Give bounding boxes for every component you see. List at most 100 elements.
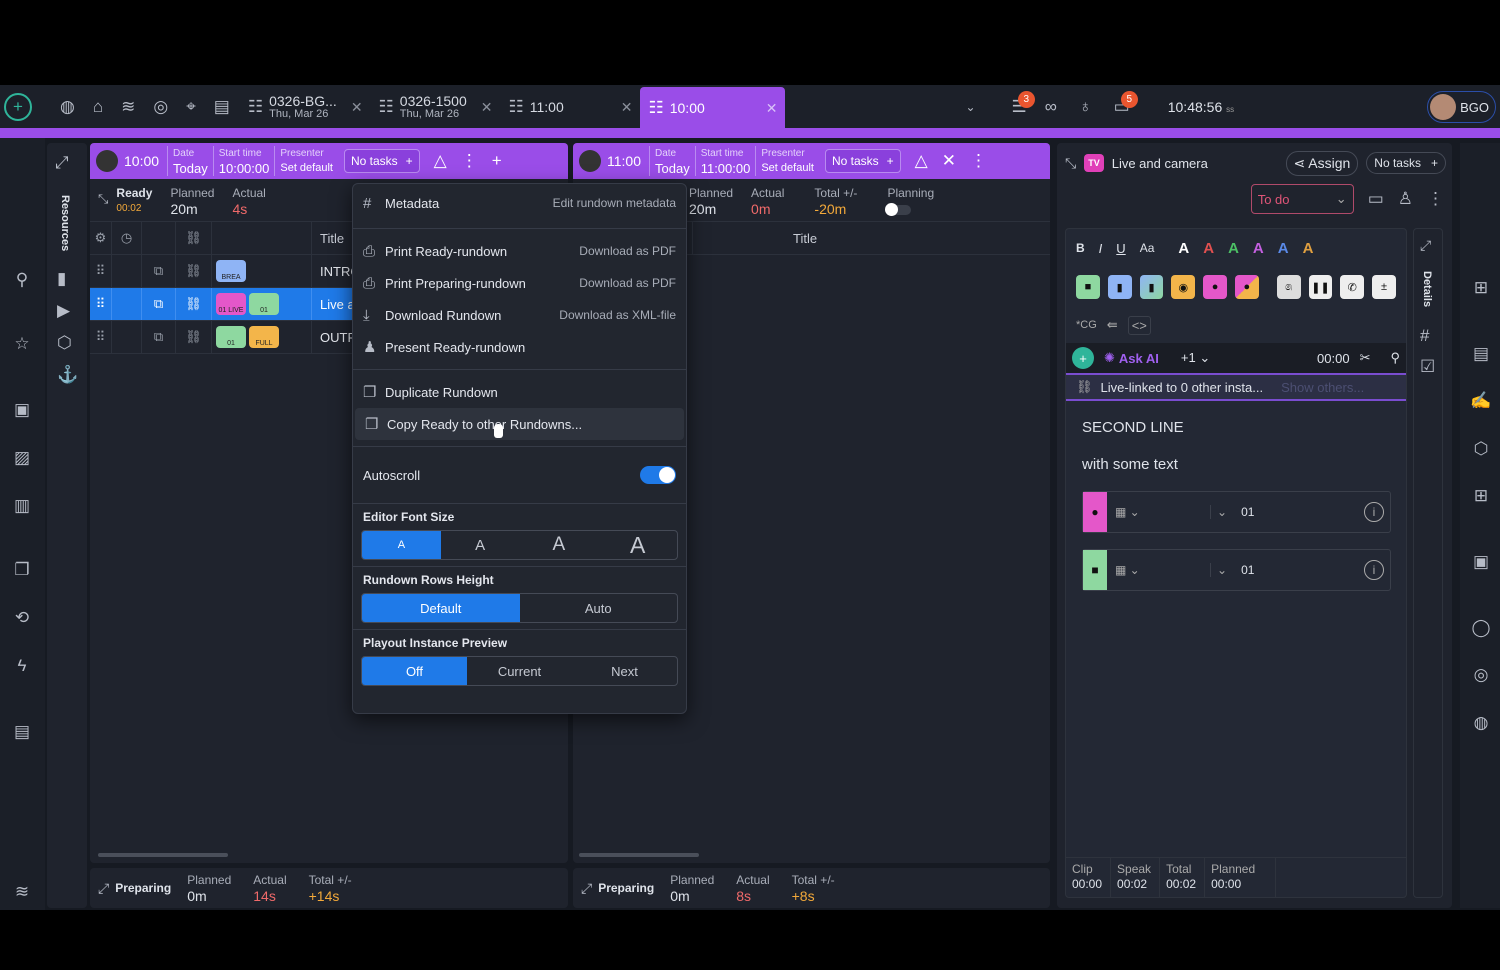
presenter-value[interactable]: Set default	[761, 161, 814, 176]
star-icon[interactable]: ☆	[8, 330, 36, 358]
checklist-icon[interactable]: ☑	[1420, 357, 1435, 377]
script-line[interactable]: SECOND LINE	[1066, 401, 1406, 436]
globe-user-icon[interactable]: ◎	[1468, 662, 1494, 688]
info-icon[interactable]: i	[1364, 502, 1384, 522]
case-button[interactable]: Aa	[1140, 241, 1155, 255]
file-icon[interactable]: ▮	[57, 269, 66, 289]
link-icon[interactable]: ⛓	[176, 321, 212, 353]
timer-icon[interactable]: ◷	[112, 222, 142, 254]
menu-item-metadata[interactable]: #MetadataEdit rundown metadata	[353, 184, 686, 222]
cg-button[interactable]: *CG	[1076, 319, 1097, 331]
split-item-button[interactable]: ▮	[1140, 275, 1164, 299]
font-size-medium[interactable]: A	[441, 531, 520, 559]
ask-ai-button[interactable]: Ask AI	[1119, 351, 1159, 366]
warning-icon[interactable]: △	[434, 151, 447, 171]
user-menu[interactable]: BGO	[1427, 91, 1496, 123]
sync-icon[interactable]: ⟲	[8, 604, 36, 632]
horizontal-scrollbar[interactable]	[579, 853, 699, 857]
unpin-icon[interactable]: ⚲	[1390, 350, 1400, 366]
item-chip[interactable]: FULL	[249, 326, 279, 348]
tasks-button[interactable]: No tasks+	[344, 149, 420, 173]
location-icon[interactable]: ⌖	[186, 97, 196, 117]
tab-rundown-3[interactable]: ☷11:00✕	[500, 85, 640, 129]
underline-button[interactable]: U	[1116, 241, 1125, 256]
font-size-xlarge[interactable]: A	[598, 531, 677, 559]
show-others-link[interactable]: Show others...	[1281, 380, 1364, 395]
color-purple-button[interactable]: A	[1253, 240, 1264, 257]
autoscroll-toggle[interactable]	[640, 466, 676, 484]
item-row[interactable]: ■ ▦ ⌄ ⌄ 01 i	[1082, 549, 1391, 591]
more-icon[interactable]: ⋮	[461, 151, 478, 171]
font-size-small[interactable]: A	[362, 531, 441, 559]
more-icon[interactable]: ⋮	[1427, 189, 1444, 209]
menu-item-present[interactable]: ♟Present Ready-rundown	[353, 331, 686, 363]
compass-icon[interactable]: ◎	[153, 97, 168, 117]
plus-icon[interactable]: +	[887, 154, 894, 168]
contact-icon[interactable]: ▣	[8, 396, 36, 424]
fullscreen-item-button[interactable]: ◉	[1171, 275, 1195, 299]
plus-icon[interactable]: +	[1431, 156, 1438, 170]
resources-tab[interactable]: Resources	[59, 195, 71, 251]
contacts-edit-icon[interactable]: ▨	[8, 444, 36, 472]
link-icon[interactable]: ⛓	[176, 288, 212, 320]
item-chip[interactable]: 01	[249, 293, 279, 315]
item-chip[interactable]: 01 LIVE	[216, 293, 246, 315]
code-icon[interactable]: <>	[1128, 316, 1151, 335]
color-green-button[interactable]: A	[1228, 240, 1239, 257]
link-icon[interactable]: ⛓	[176, 222, 212, 254]
tab-rundown-4[interactable]: ☷10:00✕	[640, 87, 785, 129]
pause-item-button[interactable]: ❚❚	[1309, 275, 1333, 299]
menu-item-print-preparing[interactable]: ⎙Print Preparing-rundownDownload as PDF	[353, 267, 686, 299]
user-icon[interactable]: ◯	[1468, 615, 1494, 641]
expand-icon[interactable]: ⤢	[55, 153, 69, 173]
globe-icon[interactable]: ◍	[60, 97, 75, 117]
link-rings-icon[interactable]: ∞	[1045, 97, 1057, 117]
color-white-button[interactable]: A	[1178, 240, 1189, 257]
live-mix-item-button[interactable]: ●	[1235, 275, 1259, 299]
settings-icon[interactable]: ⚙	[90, 222, 112, 254]
add-item-button[interactable]: ±	[1372, 275, 1396, 299]
italic-button[interactable]: I	[1099, 241, 1103, 256]
details-tab[interactable]: Details	[1421, 271, 1433, 307]
phone-item-button[interactable]: ✆	[1340, 275, 1364, 299]
tab-rundown-2[interactable]: ☷0326-1500Thu, Mar 26✕	[371, 85, 501, 129]
hash-icon[interactable]: #	[1420, 326, 1429, 346]
bold-button[interactable]: B	[1076, 241, 1085, 255]
shield-icon[interactable]: ⬡	[1468, 436, 1494, 462]
contact-card-icon[interactable]: ▣	[1468, 549, 1494, 575]
color-blue-button[interactable]: A	[1278, 240, 1289, 257]
comment-add-icon[interactable]: ⊞	[1468, 275, 1494, 301]
graphic-item-button[interactable]: ▮	[1108, 275, 1132, 299]
close-icon[interactable]: ✕	[766, 100, 778, 117]
offset-dropdown[interactable]: +1 ⌄	[1181, 350, 1210, 366]
preview-current[interactable]: Current	[467, 657, 572, 685]
add-icon[interactable]: +	[4, 93, 32, 121]
chevron-down-icon[interactable]: ⌄	[1217, 563, 1227, 577]
assign-button[interactable]: ⋖Assign	[1286, 151, 1359, 176]
feed-icon[interactable]: ≋	[121, 97, 135, 117]
drag-handle-icon[interactable]: ⠿	[90, 255, 112, 287]
scissors-icon[interactable]: ✂	[1360, 350, 1371, 366]
expand-icon[interactable]: ⤢	[581, 880, 592, 897]
close-icon[interactable]: ✕	[351, 99, 363, 116]
preview-next[interactable]: Next	[572, 657, 677, 685]
planning-toggle[interactable]	[887, 205, 911, 215]
copy-icon[interactable]: ❐	[8, 556, 36, 584]
shield-icon[interactable]: ⬡	[57, 333, 72, 353]
source-dropdown[interactable]: ▦ ⌄	[1115, 505, 1211, 519]
document-icon[interactable]: ▤	[8, 718, 36, 746]
add-icon[interactable]: +	[492, 151, 502, 171]
tasks-icon[interactable]: ☰3	[1012, 97, 1027, 117]
collapse-icon[interactable]: ⤡	[1065, 155, 1076, 172]
rows-height-default[interactable]: Default	[362, 594, 520, 622]
anchor-icon[interactable]: ⚓	[57, 365, 78, 385]
expand-icon[interactable]: ⤢	[98, 880, 109, 897]
drag-handle-icon[interactable]: ⠿	[90, 288, 112, 320]
chevron-down-icon[interactable]: ⌄	[965, 100, 975, 114]
font-size-large[interactable]: A	[520, 531, 599, 559]
tab-rundown-1[interactable]: ☷0326-BG...Thu, Mar 26✕	[240, 85, 371, 129]
close-icon[interactable]: ✕	[942, 151, 956, 171]
audio-item-button[interactable]: ෧	[1277, 275, 1301, 299]
item-row[interactable]: ● ▦ ⌄ ⌄ 01 i	[1082, 491, 1391, 533]
color-red-button[interactable]: A	[1203, 240, 1214, 257]
